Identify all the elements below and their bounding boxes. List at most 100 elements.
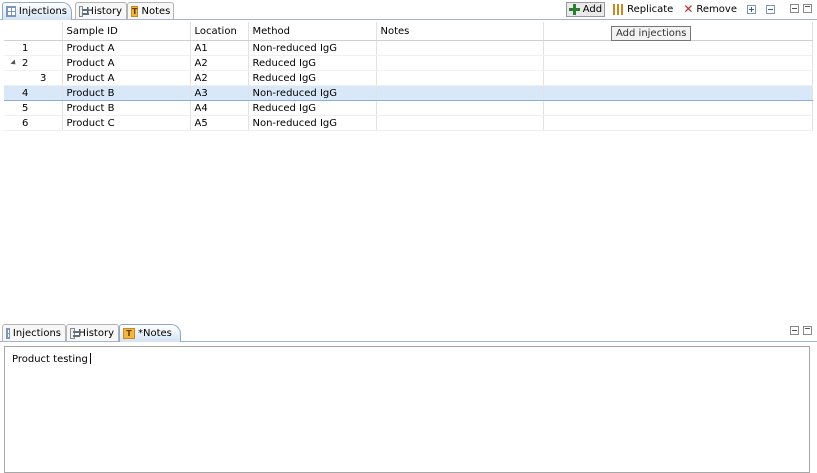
cell-notes[interactable] (376, 85, 544, 101)
cell-method[interactable]: Non-reduced IgG (248, 85, 377, 101)
expand-all-icon (747, 5, 756, 14)
cell-number: 6 (4, 115, 63, 131)
cell-notes[interactable] (376, 55, 544, 71)
table-row[interactable]: 1 Product A A1 Non-reduced IgG (4, 40, 813, 56)
table-row-selected[interactable]: 4 Product B A3 Non-reduced IgG (4, 85, 813, 101)
cell-method[interactable]: Reduced IgG (248, 100, 377, 116)
cell-number: 5 (4, 100, 63, 116)
tab-history[interactable]: History (66, 324, 119, 341)
cell-sample-id[interactable]: Product B (62, 100, 191, 116)
minimize-icon[interactable] (790, 4, 799, 13)
tab-history-label: History (86, 5, 122, 17)
cell-filler (543, 85, 813, 101)
injections-panel: Injections History T Notes Add Replicate… (0, 0, 817, 131)
top-tab-bar: Injections History T Notes Add Replicate… (0, 0, 817, 20)
replicate-button-label: Replicate (627, 4, 674, 15)
tab-notes[interactable]: T Notes (127, 2, 174, 19)
tab-injections[interactable]: Injections (2, 2, 72, 20)
row-number: 5 (22, 102, 29, 114)
grid-icon (6, 6, 16, 17)
expand-all-button[interactable] (745, 2, 758, 17)
table-row-child[interactable]: 3 Product A A2 Reduced IgG (4, 70, 813, 86)
cell-notes[interactable] (376, 115, 544, 131)
top-window-controls (790, 4, 812, 13)
cell-method[interactable]: Non-reduced IgG (248, 115, 377, 131)
minimize-icon[interactable] (790, 326, 799, 335)
tab-history-label: History (78, 327, 114, 339)
cell-notes[interactable] (376, 100, 544, 116)
row-number: 1 (22, 42, 29, 54)
cell-method[interactable]: Reduced IgG (248, 55, 377, 71)
cell-sample-id[interactable]: Product B (62, 85, 191, 101)
expanded-arrow-icon[interactable] (10, 58, 18, 67)
tab-notes[interactable]: T *Notes (119, 324, 181, 342)
grid-icon (6, 327, 10, 339)
table-row[interactable]: 6 Product C A5 Non-reduced IgG (4, 115, 813, 131)
tab-injections-label: Injections (12, 327, 61, 339)
cell-filler (543, 40, 813, 56)
add-button-label: Add (582, 4, 603, 15)
cell-notes[interactable] (376, 70, 544, 86)
cell-number: 2 (4, 55, 63, 71)
cell-method[interactable]: Reduced IgG (248, 70, 377, 86)
column-header-notes[interactable]: Notes (376, 22, 544, 41)
column-header-sample-id[interactable]: Sample ID (62, 22, 191, 41)
cell-method[interactable]: Non-reduced IgG (248, 40, 377, 56)
injections-table: Sample ID Location Method Notes 1 Produc… (4, 22, 813, 131)
cell-location[interactable]: A5 (190, 115, 249, 131)
tab-history[interactable]: History (75, 2, 127, 19)
history-icon (79, 5, 91, 17)
notes-text-line: Product testing (12, 353, 91, 365)
tab-injections[interactable]: Injections (2, 324, 66, 341)
notes-editor[interactable]: Product testing (4, 346, 810, 473)
cell-location[interactable]: A1 (190, 40, 249, 56)
cell-location[interactable]: A3 (190, 85, 249, 101)
history-icon (70, 327, 81, 339)
tab-bar-divider (0, 19, 817, 20)
remove-button[interactable]: ✕ Remove (681, 2, 739, 17)
collapse-all-icon (766, 5, 775, 14)
bottom-window-controls (790, 326, 812, 335)
cell-notes[interactable] (376, 40, 544, 56)
remove-icon: ✕ (683, 2, 694, 16)
cell-sample-id[interactable]: Product C (62, 115, 191, 131)
text-caret (89, 353, 91, 364)
table-row[interactable]: 5 Product B A4 Reduced IgG (4, 100, 813, 116)
replicate-button[interactable]: Replicate (611, 2, 675, 17)
maximize-icon[interactable] (803, 326, 812, 335)
add-button[interactable]: Add (565, 2, 606, 17)
cell-sample-id[interactable]: Product A (62, 55, 191, 71)
collapse-all-button[interactable] (764, 2, 777, 17)
cell-filler (543, 100, 813, 116)
cell-location[interactable]: A2 (190, 70, 249, 86)
add-icon (568, 4, 580, 15)
cell-filler (543, 70, 813, 86)
tab-notes-label: Notes (141, 5, 171, 17)
notes-panel: Injections History T *Notes Product test… (0, 322, 817, 473)
column-header-location[interactable]: Location (190, 22, 249, 41)
cell-location[interactable]: A2 (190, 55, 249, 71)
row-number: 4 (22, 87, 29, 99)
replicate-icon (613, 4, 625, 15)
cell-number: 4 (4, 85, 63, 101)
cell-filler (543, 115, 813, 131)
tab-notes-label: *Notes (138, 328, 172, 339)
add-injections-tooltip: Add injections (611, 26, 692, 41)
table-row[interactable]: 2 Product A A2 Reduced IgG (4, 55, 813, 71)
maximize-icon[interactable] (803, 4, 812, 13)
notes-icon: T (123, 328, 135, 339)
column-header-method[interactable]: Method (248, 22, 377, 41)
cell-sample-id[interactable]: Product A (62, 70, 191, 86)
row-number: 2 (22, 57, 29, 69)
cell-location[interactable]: A4 (190, 100, 249, 116)
notes-text: Product testing (12, 354, 88, 365)
injections-toolbar: Add Replicate ✕ Remove (565, 2, 777, 17)
cell-number: 1 (4, 40, 63, 56)
cell-number: 3 (4, 70, 63, 86)
notes-icon: T (131, 5, 139, 17)
row-number-group: 2 (8, 58, 38, 69)
bottom-tab-bar: Injections History T *Notes (0, 322, 817, 342)
cell-sample-id[interactable]: Product A (62, 40, 191, 56)
column-header-number[interactable] (4, 22, 63, 41)
row-number: 6 (22, 117, 29, 129)
